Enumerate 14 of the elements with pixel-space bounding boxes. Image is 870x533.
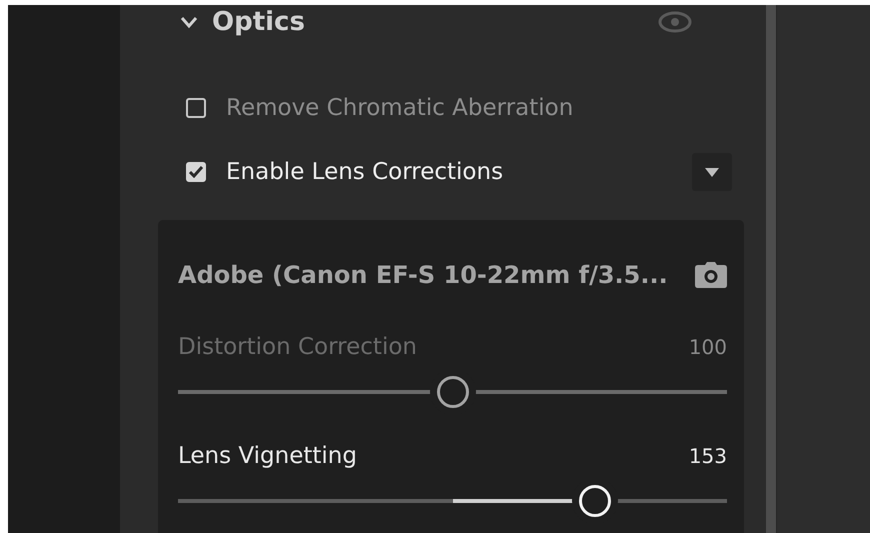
scrollbar[interactable] (766, 5, 776, 533)
checkbox-label[interactable]: Remove Chromatic Aberration (226, 95, 732, 121)
profile-title: Adobe (Canon EF-S 10-22mm f/3.5... (178, 261, 668, 289)
slider-label: Distortion Correction (178, 334, 417, 360)
camera-icon[interactable] (695, 262, 727, 288)
dropdown-button[interactable] (692, 153, 732, 191)
checkbox[interactable] (186, 98, 206, 118)
chevron-icon[interactable] (180, 15, 198, 29)
checkbox-label[interactable]: Enable Lens Corrections (226, 159, 672, 185)
section-title[interactable]: Optics (212, 7, 644, 37)
slider-label: Lens Vignetting (178, 443, 357, 469)
slider-value[interactable]: 153 (688, 444, 727, 468)
caret-icon (705, 168, 719, 176)
checkbox[interactable] (186, 162, 206, 182)
